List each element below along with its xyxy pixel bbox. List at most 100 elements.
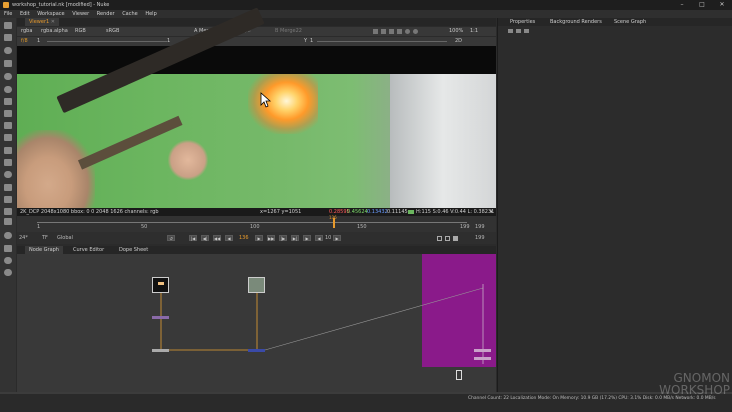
timeline[interactable]: 1 50 100 150 199 136 199 [17,215,496,232]
metadata-nodes-icon[interactable] [4,184,12,191]
close-button[interactable]: ✕ [712,0,732,10]
clear-panel-icon[interactable] [524,29,529,33]
loop-button[interactable]: ↺ [167,235,175,241]
last-frame-button[interactable]: ▶| [291,235,299,241]
watermark-line2: WORKSHOP [659,383,730,397]
bottom-tabbar: Node Graph Curve Editor Dope Sheet [17,246,496,254]
y-label: Y [304,38,308,44]
viewer-node[interactable] [456,370,462,380]
muzzle-flash [248,74,318,134]
fps-dropdown[interactable]: 24* [19,235,28,241]
lock-icon[interactable] [453,236,458,241]
merge-nodes-icon[interactable] [4,110,12,117]
backdrop-node-a[interactable] [474,349,491,352]
cara-vr-icon[interactable] [4,232,12,239]
menu-edit[interactable]: Edit [20,11,30,17]
ocula-icon[interactable] [4,245,12,252]
prev-key-button[interactable]: ◀| [201,235,209,241]
render-icon[interactable] [397,29,402,34]
tab-dope-sheet[interactable]: Dope Sheet [115,246,152,254]
furnace-nodes-icon[interactable] [4,218,12,225]
tab-close-icon[interactable]: ✕ [51,19,55,25]
first-frame-button[interactable]: |◀ [189,235,197,241]
tab-scene-graph[interactable]: Scene Graph [610,18,650,26]
channel-nodes-icon[interactable] [4,60,12,67]
fstop-value[interactable]: 1 [37,37,40,46]
3d-nodes-icon[interactable] [4,134,12,141]
info-expand-icon[interactable]: ▾ [490,208,493,216]
globe-icon[interactable] [4,269,12,276]
lock-panel-icon[interactable] [516,29,521,33]
particles-nodes-icon[interactable] [4,147,12,154]
tab-curve-editor[interactable]: Curve Editor [69,246,108,254]
menu-workspace[interactable]: Workspace [37,11,64,17]
y-value[interactable]: 1 [310,37,313,46]
play-forward-button[interactable]: ▶ [255,235,263,241]
menu-cache[interactable]: Cache [122,11,138,17]
play-back-button[interactable]: ◀ [225,235,233,241]
layer-dropdown[interactable]: rgba.alpha [41,27,68,36]
gain-value[interactable]: 1 [167,37,170,46]
other-nodes-icon[interactable] [4,208,12,215]
ratio-dropdown[interactable]: 1:1 [470,27,478,36]
views-nodes-icon[interactable] [4,171,12,178]
backdrop-node-b[interactable] [474,357,491,360]
read-node-2[interactable] [248,277,265,293]
pause-icon[interactable] [405,29,410,34]
out-point-icon[interactable] [445,236,450,241]
deep-nodes-icon[interactable] [4,159,12,166]
gamma-slider[interactable] [317,41,447,42]
actor-hand [168,140,208,180]
mode-dropdown[interactable]: 2D [455,37,462,46]
next-key-button[interactable]: |▶ [279,235,287,241]
end-frame-field[interactable]: 199 [475,235,485,241]
grade-node[interactable] [152,316,169,319]
tab-viewer1[interactable]: Viewer1 ✕ [25,18,59,26]
skip-button[interactable]: ▶ [303,235,311,241]
node-connections [160,284,484,364]
zoom-dropdown[interactable]: 100% [449,27,463,36]
tab-properties[interactable]: Properties [506,18,539,26]
refresh-icon[interactable] [413,29,418,34]
tf-dropdown[interactable]: TF [42,235,48,241]
image-nodes-icon[interactable] [4,22,12,29]
step-back-button[interactable]: ◀◀ [213,235,221,241]
dot-node[interactable] [152,349,169,352]
read-node-1[interactable] [152,277,169,293]
filter-nodes-icon[interactable] [4,86,12,93]
tab-node-graph[interactable]: Node Graph [25,246,63,254]
roi-icon[interactable] [373,29,378,34]
in-point-icon[interactable] [437,236,442,241]
transform-nodes-icon[interactable] [4,122,12,129]
gain-slider[interactable] [47,41,167,42]
inc-back-button[interactable]: ◀ [315,235,323,241]
menu-file[interactable]: File [4,11,12,17]
tab-background-renders[interactable]: Background Renders [546,18,606,26]
proxy-icon[interactable] [389,29,394,34]
global-dropdown[interactable]: Global [57,235,73,241]
display-dropdown[interactable]: RGB [75,27,86,36]
keyer-nodes-icon[interactable] [4,98,12,105]
increment-field[interactable]: 10 [325,235,331,241]
merge-node[interactable] [248,349,265,352]
colorspace-dropdown[interactable]: sRGB [106,27,119,36]
menu-render[interactable]: Render [97,11,115,17]
draw-nodes-icon[interactable] [4,34,12,41]
maximize-button[interactable]: □ [692,0,712,10]
node-count-icon[interactable] [508,29,513,33]
timeline-start: 1 [37,224,41,230]
menu-viewer[interactable]: Viewer [72,11,89,17]
menu-help[interactable]: Help [145,11,156,17]
input-b-dropdown[interactable]: B Merge22 [275,27,302,36]
minimize-button[interactable]: – [672,0,692,10]
timeline-track[interactable] [37,222,467,223]
lut-icon[interactable] [381,29,386,34]
toolsets-icon[interactable] [4,196,12,203]
color-nodes-icon[interactable] [4,73,12,80]
channels-dropdown[interactable]: rgba [21,27,32,36]
time-nodes-icon[interactable] [4,47,12,54]
inc-forward-button[interactable]: ▶ [333,235,341,241]
plugins-icon[interactable] [4,257,12,264]
step-forward-button[interactable]: ▶▶ [267,235,275,241]
current-frame-field[interactable]: 136 [239,235,249,241]
